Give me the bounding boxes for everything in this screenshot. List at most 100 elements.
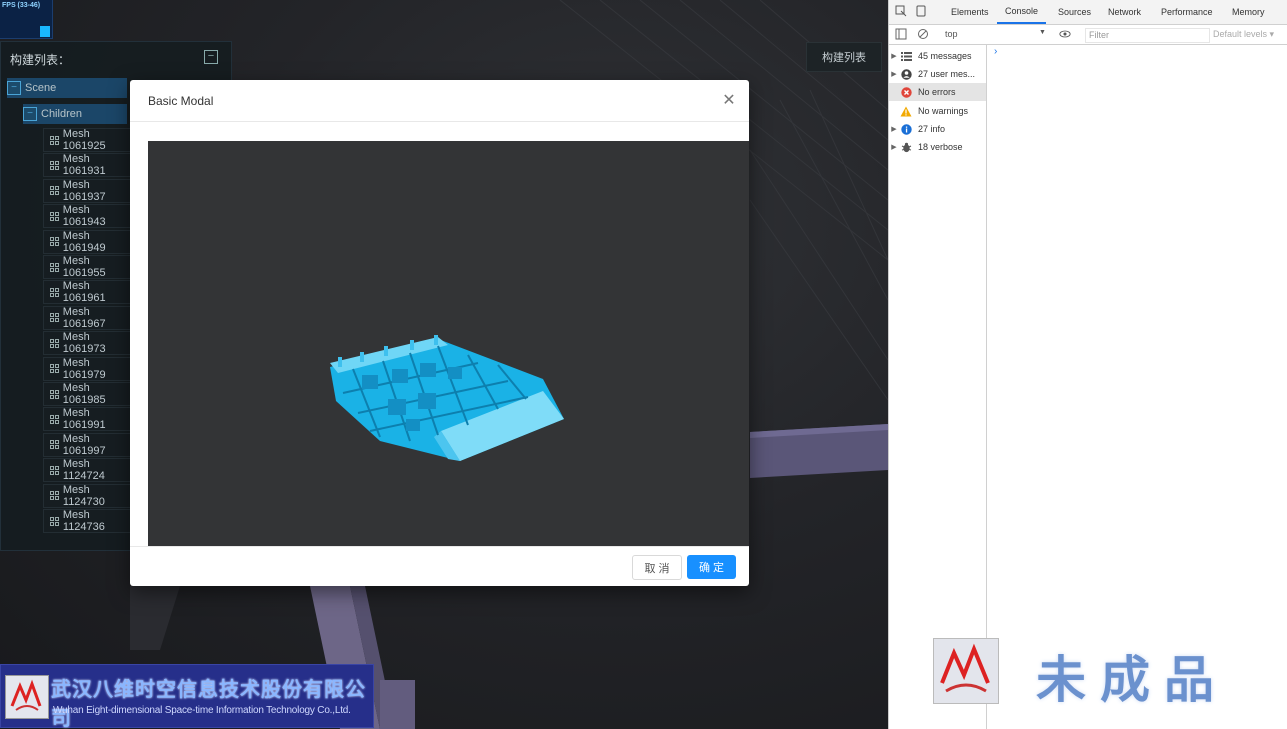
- mesh-label: Mesh 1061931: [62, 153, 106, 178]
- close-icon[interactable]: ✕: [721, 90, 737, 110]
- grid-icon: [50, 516, 59, 526]
- mesh-label: Mesh 1061955: [62, 255, 106, 279]
- grid-icon: [50, 491, 59, 501]
- mesh-label: Mesh 1124736: [62, 509, 105, 533]
- device-toolbar-icon[interactable]: [915, 5, 927, 17]
- console-sidebar: ▶ 45 messages ▶ 27 user mes... No errors: [889, 45, 987, 729]
- mesh-list-item[interactable]: Mesh 1061967: [43, 305, 135, 330]
- devtools-tab-bar: Elements Console Sources Network Perform…: [889, 0, 1287, 25]
- mesh-label: Mesh 1061985: [62, 382, 106, 406]
- console-prompt[interactable]: ›: [994, 46, 997, 57]
- model-preview-viewport[interactable]: [148, 141, 749, 546]
- grid-icon: [50, 338, 59, 348]
- minus-square-icon[interactable]: −: [7, 81, 21, 95]
- mesh-list-item[interactable]: Mesh 1124736: [43, 509, 135, 533]
- tab-elements[interactable]: Elements: [951, 0, 989, 24]
- clear-console-icon[interactable]: [917, 28, 929, 40]
- watermark-logo-icon: [933, 638, 999, 704]
- fps-monitor: FPS (33-46): [0, 0, 53, 39]
- mesh-list-item[interactable]: Mesh 1061931: [43, 153, 135, 178]
- build-list-title: 构建列表：: [10, 53, 71, 67]
- tab-memory[interactable]: Memory: [1232, 0, 1265, 24]
- sidebar-item-verbose[interactable]: ▶ 18 verbose: [889, 138, 986, 156]
- context-selector[interactable]: top: [945, 29, 958, 39]
- grid-icon: [50, 287, 59, 297]
- mesh-label: Mesh 1061991: [62, 407, 106, 432]
- mesh-list-item[interactable]: Mesh 1124730: [43, 483, 135, 508]
- build-list-button[interactable]: 构建列表: [806, 42, 882, 72]
- mesh-list-item[interactable]: Mesh 1061991: [43, 407, 135, 432]
- inspect-element-icon[interactable]: [895, 5, 907, 17]
- fps-bar: [40, 26, 50, 37]
- chevron-right-icon: ▶: [891, 71, 897, 78]
- tab-network[interactable]: Network: [1108, 0, 1141, 24]
- mesh-list-item[interactable]: Mesh 1061955: [43, 255, 135, 279]
- tree-node-label: Children: [41, 108, 82, 120]
- mesh-list-item[interactable]: Mesh 1061985: [43, 382, 135, 406]
- mesh-label: Mesh 1124724: [62, 458, 105, 483]
- sidebar-toggle-icon[interactable]: [895, 28, 907, 40]
- tree-node-children[interactable]: − Children: [23, 104, 127, 124]
- grid-icon: [50, 389, 59, 399]
- tab-sources[interactable]: Sources: [1058, 0, 1091, 24]
- company-logo-banner: 武汉八维时空信息技术股份有限公司 Wuhan Eight-dimensional…: [0, 664, 374, 729]
- log-levels-dropdown[interactable]: Default levels ▾: [1213, 29, 1274, 40]
- sidebar-item-errors[interactable]: No errors: [889, 83, 986, 101]
- mesh-list-item[interactable]: Mesh 1061979: [43, 356, 135, 381]
- ok-button[interactable]: 确 定: [687, 555, 736, 579]
- modal-footer-divider: [130, 546, 749, 547]
- mesh-list-item[interactable]: Mesh 1061997: [43, 432, 135, 457]
- error-icon: [899, 86, 913, 98]
- company-logo-icon: [5, 675, 49, 719]
- eye-icon[interactable]: [1059, 28, 1071, 40]
- sidebar-item-warnings[interactable]: No warnings: [889, 102, 986, 120]
- warning-icon: [899, 106, 913, 117]
- tab-console[interactable]: Console: [997, 0, 1047, 24]
- mesh-list-item[interactable]: Mesh 1061943: [43, 204, 135, 229]
- mesh-label: Mesh 1061937: [62, 178, 106, 203]
- mesh-list-item[interactable]: Mesh 1061925: [43, 128, 135, 152]
- chevron-right-icon: ▶: [891, 53, 897, 60]
- sidebar-item-info[interactable]: ▶ 27 info: [889, 120, 986, 138]
- mesh-label: Mesh 1124730: [62, 483, 105, 508]
- mesh-label: Mesh 1061973: [62, 331, 106, 356]
- list-icon: [899, 51, 913, 61]
- modal-header-divider: [130, 121, 749, 122]
- filter-input[interactable]: Filter: [1085, 28, 1210, 43]
- mesh-list-item[interactable]: Mesh 1124724: [43, 458, 135, 483]
- grid-icon: [50, 262, 59, 272]
- console-toolbar: top ▼ Filter Default levels ▾: [889, 25, 1287, 45]
- tree-node-label: Scene: [25, 82, 57, 94]
- chevron-down-icon[interactable]: ▼: [1039, 29, 1046, 36]
- minus-square-icon[interactable]: −: [23, 107, 37, 121]
- mesh-list-item[interactable]: Mesh 1061937: [43, 178, 135, 203]
- tree-node-scene[interactable]: − Scene: [7, 78, 127, 98]
- grid-icon: [50, 414, 59, 424]
- mesh-list-item[interactable]: Mesh 1061961: [43, 280, 135, 305]
- mesh-label: Mesh 1061925: [62, 128, 106, 152]
- sidebar-item-label: 45 messages: [918, 51, 972, 61]
- grid-icon: [50, 135, 59, 145]
- grid-icon: [50, 440, 59, 450]
- grid-icon: [50, 364, 59, 374]
- company-name-en: Wuhan Eight-dimensional Space-time Infor…: [53, 705, 351, 716]
- sidebar-item-user-messages[interactable]: ▶ 27 user mes...: [889, 65, 986, 83]
- sidebar-item-label: 27 user mes...: [918, 69, 976, 79]
- cancel-button[interactable]: 取 消: [632, 555, 682, 580]
- tab-performance[interactable]: Performance: [1161, 0, 1213, 24]
- mesh-label: Mesh 1061997: [62, 432, 106, 457]
- mesh-label: Mesh 1061979: [62, 356, 106, 381]
- chevron-right-icon: ▶: [891, 126, 897, 133]
- mesh-list-item[interactable]: Mesh 1061949: [43, 229, 135, 254]
- building-model: [330, 335, 564, 461]
- chevron-right-icon: ▶: [891, 144, 897, 151]
- sidebar-item-messages[interactable]: ▶ 45 messages: [889, 47, 986, 65]
- mesh-label: Mesh 1061949: [62, 229, 106, 254]
- unfinished-watermark: 未成品: [1036, 652, 1228, 708]
- mesh-list-item[interactable]: Mesh 1061973: [43, 331, 135, 356]
- bug-icon: [899, 142, 913, 153]
- sidebar-item-label: 18 verbose: [918, 142, 963, 152]
- mesh-label: Mesh 1061961: [62, 280, 106, 305]
- minus-square-icon[interactable]: −: [204, 50, 218, 64]
- grid-icon: [50, 237, 59, 247]
